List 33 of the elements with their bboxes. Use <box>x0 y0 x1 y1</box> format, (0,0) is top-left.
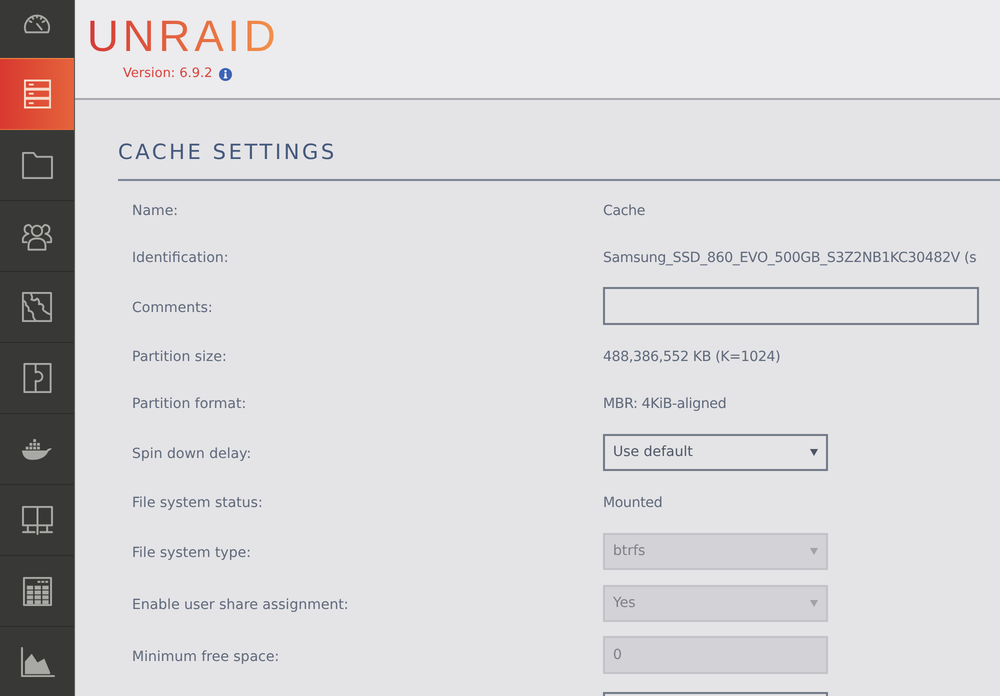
dropdown[interactable]: Use default <box>603 434 828 470</box>
field-value: Mounted <box>603 495 662 511</box>
monitors-icon <box>22 506 52 534</box>
field-value: Cache <box>603 203 646 219</box>
version-label: Version: 6.9.2 <box>123 66 212 82</box>
whale-icon <box>21 438 53 460</box>
field-label: File system type: <box>132 544 251 560</box>
field-value: MBR: 4KiB-aligned <box>603 396 726 412</box>
field-label: Name: <box>132 203 178 219</box>
field-label: File system status: <box>132 495 263 511</box>
field-value: 488,386,552 KB (K=1024) <box>603 349 780 365</box>
area-chart-icon <box>20 646 54 678</box>
field-label: Partition format: <box>132 396 246 412</box>
section-title: CACHE SETTINGS <box>118 138 1000 181</box>
info-icon[interactable] <box>219 68 232 80</box>
caret-icon <box>810 548 818 554</box>
field-label: Enable user share assignment: <box>132 596 349 612</box>
input-field[interactable] <box>603 287 979 325</box>
field-label: Identification: <box>132 250 229 266</box>
grid-icon <box>22 576 52 606</box>
puzzle-tile-icon <box>22 292 52 322</box>
caret-icon <box>810 600 818 606</box>
caret-icon <box>810 448 818 456</box>
field-label: Partition size: <box>132 349 227 365</box>
puzzle-piece-icon <box>22 363 52 393</box>
nav-item[interactable] <box>0 58 74 130</box>
field-value: Samsung_SSD_860_EVO_500GB_S3Z2NB1KC30482V (s <box>603 250 976 266</box>
field-label: Minimum free space: <box>132 648 280 664</box>
users-icon <box>21 222 53 250</box>
field-label: Spin down delay: <box>132 446 252 462</box>
folder-icon <box>22 152 52 178</box>
server-icon <box>24 79 50 109</box>
field-label: Comments: <box>132 300 213 316</box>
